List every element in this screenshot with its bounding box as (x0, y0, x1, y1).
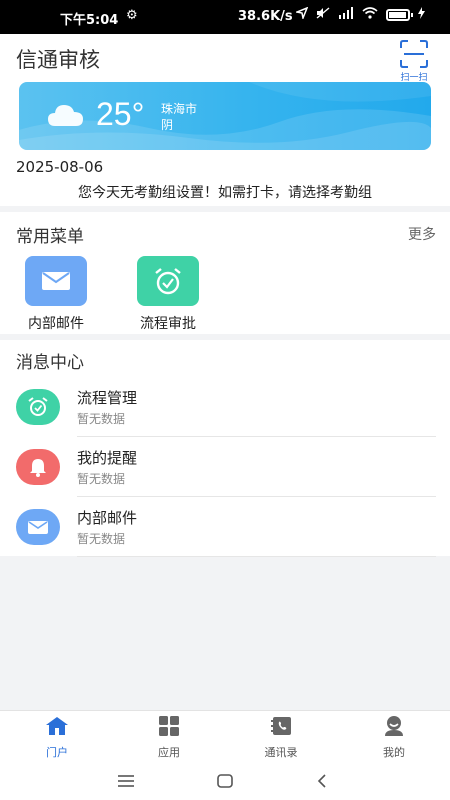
apps-grid-icon (124, 715, 214, 737)
message-item-subtitle: 暂无数据 (77, 532, 126, 546)
message-item-title: 内部邮件 (77, 509, 138, 527)
bell-icon (16, 449, 60, 485)
message-center-section: 消息中心 流程管理 暂无数据 我的提醒 暂无数据 内部邮件 暂无数据 (0, 340, 450, 557)
mail-icon (25, 256, 87, 306)
contacts-book-icon (236, 715, 326, 737)
mute-icon (316, 7, 330, 23)
cloud-icon (47, 102, 85, 132)
tab-apps[interactable]: 应用 (124, 715, 214, 760)
status-time: 下午5:04 (60, 13, 119, 28)
message-item-subtitle: 暂无数据 (77, 472, 126, 486)
menu-item-process-approval[interactable]: 流程审批 (133, 256, 203, 333)
tab-label: 通讯录 (264, 746, 298, 759)
user-icon (349, 715, 439, 737)
tab-label: 应用 (158, 746, 180, 759)
current-date: 2025-08-06 (16, 158, 104, 176)
page-title: 信通审核 (16, 48, 100, 72)
scan-button[interactable]: 扫一扫 (394, 40, 434, 83)
system-navigation-bar (0, 762, 450, 800)
charging-bolt-icon (418, 7, 425, 23)
weather-city: 珠海市 (161, 102, 198, 116)
menu-item-label: 流程审批 (140, 316, 196, 332)
message-item-process-management[interactable]: 流程管理 暂无数据 (0, 377, 450, 437)
home-square-icon[interactable] (210, 770, 240, 792)
portal-header: 信通审核 扫一扫 25° 珠海市 阴 2025-08-06 您今天无考勤组设置！… (0, 34, 450, 206)
tab-contacts[interactable]: 通讯录 (236, 715, 326, 760)
tab-portal[interactable]: 门户 (12, 715, 102, 760)
message-item-subtitle: 暂无数据 (77, 412, 126, 426)
weather-temperature: 25° (96, 96, 145, 132)
alarm-clock-icon (137, 256, 199, 306)
weather-condition: 阴 (161, 118, 174, 132)
message-item-internal-mail[interactable]: 内部邮件 暂无数据 (0, 497, 450, 557)
attendance-notice: 您今天无考勤组设置！如需打卡，请选择考勤组 (78, 185, 372, 201)
weather-card: 25° 珠海市 阴 (19, 82, 431, 150)
network-speed: 38.6K/s (238, 9, 293, 24)
tab-mine[interactable]: 我的 (349, 715, 439, 760)
menu-item-label: 内部邮件 (28, 316, 84, 332)
common-menu-title: 常用菜单 (16, 227, 84, 247)
mail-icon (16, 509, 60, 545)
signal-icon (338, 7, 354, 23)
divider (77, 556, 436, 557)
settings-gear-icon: ⚙ (126, 8, 138, 23)
back-arrow-icon[interactable] (307, 770, 337, 792)
alarm-clock-icon (16, 389, 60, 425)
location-arrow-icon (294, 6, 309, 23)
message-item-my-reminders[interactable]: 我的提醒 暂无数据 (0, 437, 450, 497)
message-item-title: 流程管理 (77, 389, 138, 407)
more-link[interactable]: 更多 (408, 224, 436, 244)
status-bar: 下午5:04 ⚙ 38.6K/s (0, 0, 450, 34)
battery-icon (386, 9, 413, 21)
common-menu-section: 常用菜单 更多 内部邮件 流程审批 (0, 212, 450, 334)
menu-lines-icon[interactable] (111, 770, 141, 792)
scan-icon (400, 40, 428, 68)
tab-label: 我的 (383, 746, 405, 759)
wifi-icon (362, 7, 378, 23)
message-center-title: 消息中心 (16, 353, 84, 373)
message-item-title: 我的提醒 (77, 449, 138, 467)
menu-item-internal-mail[interactable]: 内部邮件 (21, 256, 91, 333)
bottom-tab-bar: 门户 应用 通讯录 我的 (0, 710, 450, 762)
home-icon (12, 715, 102, 737)
tab-label: 门户 (46, 746, 68, 759)
